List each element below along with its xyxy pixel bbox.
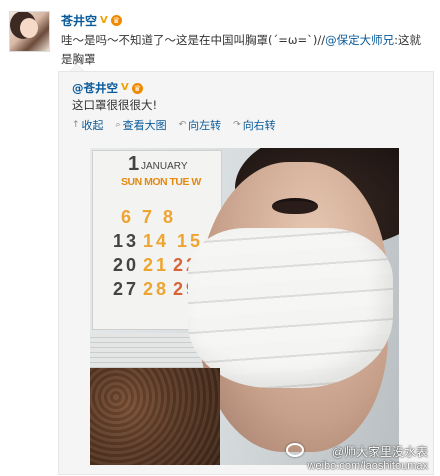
collapse-arrow-icon: ↑ [72, 120, 80, 130]
fur-collar-shape [90, 368, 220, 465]
image-toolbar: ↑ 收起 ⌕ 查看大图 ↶ 向左转 ↷ 向右转 [72, 117, 276, 133]
calendar-row-4b: 28 [143, 279, 170, 299]
watermark-url: weibo.com/laoshitoumax [307, 460, 428, 472]
view-large-label: 查看大图 [122, 119, 167, 132]
calendar-row-3b: 21 [143, 255, 170, 275]
rotate-right-button[interactable]: ↷ 向右转 [233, 117, 276, 133]
collapse-label: 收起 [81, 119, 104, 132]
calendar-weekdays: SUN MON TUE W [121, 176, 201, 188]
face-mask-shape [188, 228, 393, 388]
post-text-prefix: 哇～是吗～不知道了～这是在中国叫胸罩(´=ω=`)// [61, 33, 326, 47]
rotate-left-label: 向左转 [188, 119, 222, 132]
verified-icon: V [100, 14, 108, 26]
verified-icon: V [121, 82, 129, 93]
rotate-right-icon: ↷ [233, 120, 241, 130]
view-large-button[interactable]: ⌕ 查看大图 [116, 117, 167, 133]
photo-watermark: @师大家里没水表 weibo.com/laoshitoumax [285, 443, 428, 472]
calendar-row-3a: 20 [113, 255, 140, 275]
calendar-month: JANUARY [141, 161, 188, 172]
calendar-row-2a: 13 [113, 231, 140, 251]
calendar-row-2b: 14 15 [143, 231, 204, 251]
post-text: 哇～是吗～不知道了～这是在中国叫胸罩(´=ω=`)//@保定大师兄:这就是胸罩 [61, 31, 431, 69]
post-author-row: 苍井空 V ♛ [61, 12, 122, 29]
rotate-left-icon: ↶ [178, 120, 187, 130]
collapse-button[interactable]: ↑ 收起 [72, 117, 104, 133]
repost-author-name[interactable]: @苍井空 [72, 80, 118, 96]
calendar-row-4a: 27 [113, 279, 140, 299]
repost-author-row: @苍井空 V ♛ [72, 80, 143, 96]
post-mention-link[interactable]: @保定大师兄 [325, 33, 394, 47]
crown-icon: ♛ [110, 15, 122, 26]
watermark-handle: @师大家里没水表 [331, 445, 428, 459]
post-photo[interactable]: 1 JANUARY SUN MON TUE W 6 7 8 13 14 15 2… [90, 148, 399, 465]
rotate-left-button[interactable]: ↶ 向左转 [179, 117, 222, 133]
repost-pointer [70, 64, 84, 71]
rotate-right-label: 向右转 [242, 119, 276, 132]
crown-icon: ♛ [131, 82, 143, 94]
repost-text: 这口罩很很很大! [72, 98, 158, 112]
weibo-logo-icon [285, 443, 304, 457]
calendar-row-1: 6 7 8 [121, 207, 177, 227]
magnify-icon: ⌕ [115, 120, 121, 130]
eye-shape [272, 198, 318, 214]
author-avatar[interactable] [9, 11, 50, 52]
calendar-month-number: 1 [128, 153, 140, 175]
post-author-name[interactable]: 苍井空 [61, 12, 97, 29]
